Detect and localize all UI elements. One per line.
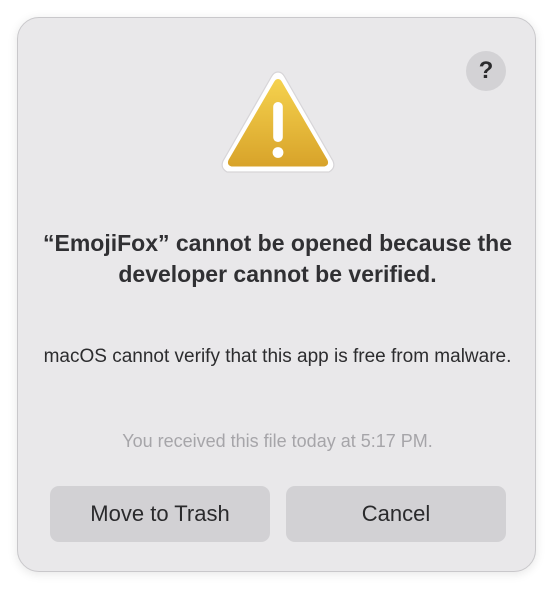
cancel-button[interactable]: Cancel — [286, 486, 506, 542]
move-to-trash-button[interactable]: Move to Trash — [50, 486, 270, 542]
alert-dialog: ? “EmojiFox” cannot be opened because th… — [17, 17, 536, 572]
received-timestamp-note: You received this file today at 5:17 PM. — [122, 431, 433, 451]
dialog-title: “EmojiFox” cannot be opened because the … — [42, 230, 513, 287]
help-question-mark: ? — [478, 57, 494, 84]
warning-triangle-icon — [221, 71, 335, 173]
dialog-message: macOS cannot verify that this app is fre… — [43, 346, 512, 367]
help-button[interactable]: ? — [466, 51, 506, 91]
